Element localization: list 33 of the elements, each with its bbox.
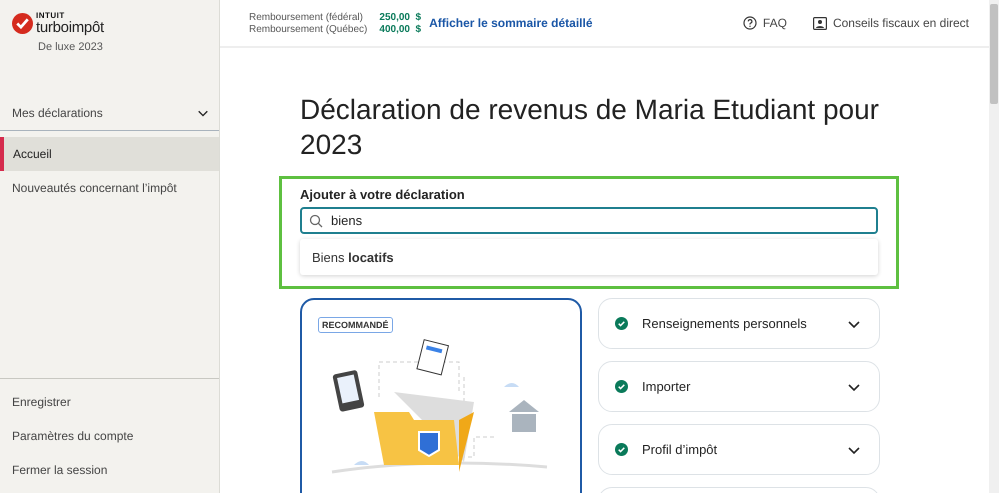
page-title: Déclaration de revenus de Maria Etudiant pour 2023 <box>300 93 880 162</box>
refund-label: Remboursement (Québec) <box>249 24 368 34</box>
refund-amount: 400,00 $ <box>379 24 422 34</box>
recommended-card[interactable]: RECOMMANDÉ <box>300 298 582 493</box>
edition-label: De luxe 2023 <box>38 41 104 53</box>
check-circle-icon <box>615 380 628 393</box>
search-suggestion[interactable]: Biens locatifs <box>300 239 878 275</box>
person-picture-icon <box>812 16 827 30</box>
help-icon <box>742 16 757 30</box>
summary-link[interactable]: Afficher le sommaire détaillé <box>429 16 593 30</box>
sidebar-group[interactable]: Mes déclarations <box>0 96 219 131</box>
scrollbar[interactable] <box>989 0 999 493</box>
sidebar-link[interactable]: Fermer la session <box>0 453 219 487</box>
sidebar-link[interactable]: Paramètres du compte <box>0 419 219 453</box>
product-wordmark: turboimpôt <box>36 20 104 35</box>
check-circle-icon <box>615 317 628 330</box>
sidebar-item[interactable]: Nouveautés concernant l’impôt <box>0 171 219 205</box>
recommended-badge: RECOMMANDÉ <box>318 317 392 333</box>
search-field[interactable]: biens <box>300 207 878 234</box>
refund-label: Remboursement (fédéral) <box>249 12 364 22</box>
header-link-label: FAQ <box>762 16 787 30</box>
sidebar-link[interactable]: Enregistrer <box>0 385 219 419</box>
logo-check-icon <box>12 13 33 34</box>
section-row[interactable]: Importer <box>598 361 880 412</box>
add-section-label: Ajouter à votre déclaration <box>300 187 466 202</box>
section-row[interactable]: Profil d’impôt <box>598 424 880 475</box>
check-circle-icon <box>615 443 628 456</box>
search-icon <box>309 214 323 228</box>
header-link[interactable]: FAQ <box>742 16 787 30</box>
section-row[interactable]: Renseignements personnels <box>598 298 880 349</box>
sidebar-item[interactable]: Accueil <box>0 137 219 171</box>
company-wordmark: INTUIT <box>36 12 66 20</box>
refund-amount: 250,00 $ <box>379 12 422 22</box>
